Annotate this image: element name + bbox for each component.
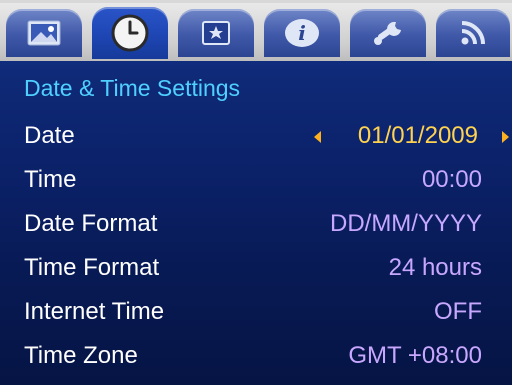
tab-bar: i	[0, 3, 512, 61]
tab-favorites[interactable]	[178, 9, 254, 57]
clock-icon	[111, 14, 149, 52]
setting-value: 00:00	[421, 166, 482, 193]
section-title: Date & Time Settings	[24, 75, 241, 101]
setting-value: DD/MM/YYYY	[329, 210, 482, 237]
picture-icon	[27, 20, 61, 46]
setting-label: Date Format	[24, 210, 158, 237]
setting-row-internet-time[interactable]: Internet Time OFF	[0, 293, 512, 331]
setting-row-time-zone[interactable]: Time Zone GMT +08:00	[0, 337, 512, 375]
svg-text:i: i	[298, 21, 306, 45]
wrench-icon	[371, 18, 405, 48]
setting-label: Date	[24, 122, 75, 149]
setting-label: Time Zone	[24, 342, 138, 369]
setting-label: Time Format	[24, 254, 160, 281]
tab-tools[interactable]	[350, 9, 426, 57]
arrow-left-icon[interactable]	[314, 131, 321, 143]
info-icon: i	[284, 18, 320, 48]
setting-value: OFF	[434, 298, 482, 325]
arrow-right-icon[interactable]	[502, 131, 509, 143]
setting-row-time-format[interactable]: Time Format 24 hours	[0, 249, 512, 287]
setting-value: 24 hours	[388, 254, 482, 281]
setting-row-time[interactable]: Time 00:00	[0, 161, 512, 199]
tab-rss[interactable]	[436, 9, 510, 57]
setting-value: GMT +08:00	[348, 342, 482, 369]
setting-label: Time	[24, 166, 77, 193]
settings-screen: i Date & Time Settings Date 01/01/2009 T…	[0, 0, 512, 385]
setting-label: Internet Time	[24, 298, 165, 325]
setting-row-date[interactable]: Date 01/01/2009	[0, 117, 512, 155]
tab-photo[interactable]	[6, 9, 82, 57]
tab-clock[interactable]	[92, 7, 168, 59]
star-frame-icon	[201, 20, 231, 46]
setting-value: 01/01/2009	[357, 122, 478, 149]
rss-icon	[459, 19, 487, 47]
setting-row-date-format[interactable]: Date Format DD/MM/YYYY	[0, 205, 512, 243]
tab-info[interactable]: i	[264, 9, 340, 57]
